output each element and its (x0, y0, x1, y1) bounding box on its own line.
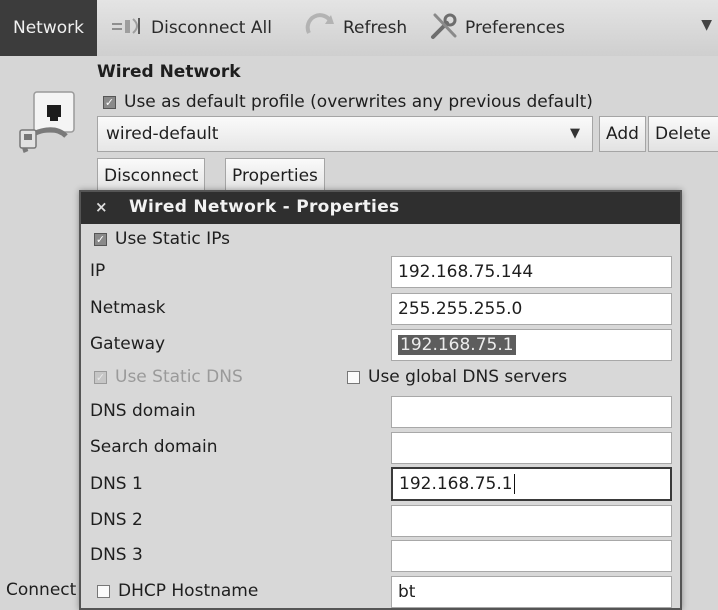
gateway-field-value: 192.168.75.1 (398, 335, 516, 355)
refresh-label: Refresh (343, 18, 408, 38)
dns-domain-label: DNS domain (90, 401, 196, 421)
ip-label: IP (90, 261, 106, 281)
properties-label: Properties (232, 166, 318, 186)
dhcp-hostname-field-value: bt (398, 582, 416, 602)
dns1-field-value: 192.168.75.1 (399, 474, 513, 494)
toolbar: Network Disconnect All Refresh Preferenc… (0, 0, 718, 56)
dns1-label: DNS 1 (90, 474, 143, 494)
use-static-dns-row: ✓ Use Static DNS (94, 367, 243, 387)
dhcp-hostname-field[interactable]: bt (391, 576, 672, 608)
disconnect-plug-icon (111, 15, 145, 42)
use-global-dns-checkbox[interactable] (347, 370, 360, 384)
dns2-field[interactable] (391, 505, 672, 537)
netmask-label: Netmask (90, 298, 166, 318)
use-global-dns-label: Use global DNS servers (368, 367, 568, 387)
search-domain-field[interactable] (391, 432, 672, 464)
disconnect-button[interactable]: Disconnect (97, 158, 206, 194)
wired-network-title: Wired Network (97, 62, 241, 82)
add-profile-button[interactable]: Add (599, 116, 646, 152)
add-profile-label: Add (606, 124, 639, 144)
gateway-field[interactable]: 192.168.75.1 (391, 329, 672, 361)
preferences-button[interactable]: Preferences (429, 0, 565, 56)
tab-network[interactable]: Network (0, 0, 97, 56)
dhcp-hostname-label: DHCP Hostname (118, 581, 259, 601)
dialog-title: Wired Network - Properties (129, 197, 400, 217)
refresh-icon (305, 11, 337, 46)
search-domain-label: Search domain (90, 437, 218, 457)
ip-field-value: 192.168.75.144 (398, 262, 534, 282)
delete-profile-label: Delete (655, 124, 711, 144)
use-global-dns-row[interactable]: Use global DNS servers (347, 367, 567, 387)
dhcp-hostname-checkbox[interactable] (97, 584, 110, 598)
default-profile-checkbox[interactable]: ✓ (103, 95, 116, 109)
dns3-field[interactable] (391, 540, 672, 572)
profile-select-value: wired-default (106, 124, 219, 144)
use-static-ips-row[interactable]: ✓ Use Static IPs (94, 229, 230, 249)
use-static-ips-checkbox[interactable]: ✓ (94, 232, 107, 246)
close-icon[interactable]: × (95, 198, 108, 216)
profile-select[interactable]: wired-default ▼ (97, 116, 593, 152)
disconnect-all-button[interactable]: Disconnect All (111, 0, 272, 56)
default-profile-checkbox-row[interactable]: ✓ Use as default profile (overwrites any… (103, 92, 593, 112)
text-caret (513, 474, 515, 494)
preferences-tools-icon (429, 11, 459, 46)
tab-network-label: Network (13, 18, 84, 38)
default-profile-label: Use as default profile (overwrites any p… (124, 92, 593, 112)
toolbar-menu-arrow-icon[interactable]: ▼ (701, 17, 712, 33)
netmask-field[interactable]: 255.255.255.0 (391, 293, 672, 325)
refresh-button[interactable]: Refresh (305, 0, 407, 56)
ip-field[interactable]: 192.168.75.144 (391, 256, 672, 288)
dialog-title-bar[interactable]: × Wired Network - Properties (81, 192, 680, 224)
netmask-field-value: 255.255.255.0 (398, 299, 523, 319)
dns-domain-field[interactable] (391, 396, 672, 428)
properties-dialog: × Wired Network - Properties ✓ Use Stati… (79, 190, 682, 610)
wired-network-icon (12, 90, 82, 160)
gateway-label: Gateway (90, 334, 166, 354)
dns3-label: DNS 3 (90, 545, 143, 565)
use-static-dns-checkbox: ✓ (94, 370, 107, 384)
dns1-field[interactable]: 192.168.75.1 (391, 467, 672, 501)
dhcp-hostname-row[interactable]: DHCP Hostname (97, 581, 258, 601)
dns2-label: DNS 2 (90, 510, 143, 530)
delete-profile-button[interactable]: Delete (648, 116, 718, 152)
properties-button[interactable]: Properties (225, 158, 325, 194)
preferences-label: Preferences (465, 18, 565, 38)
disconnect-label: Disconnect (104, 166, 199, 186)
disconnect-all-label: Disconnect All (151, 18, 272, 38)
use-static-dns-label: Use Static DNS (115, 367, 243, 387)
status-text: Connect (6, 580, 77, 600)
chevron-down-icon: ▼ (570, 126, 580, 141)
use-static-ips-label: Use Static IPs (115, 229, 230, 249)
